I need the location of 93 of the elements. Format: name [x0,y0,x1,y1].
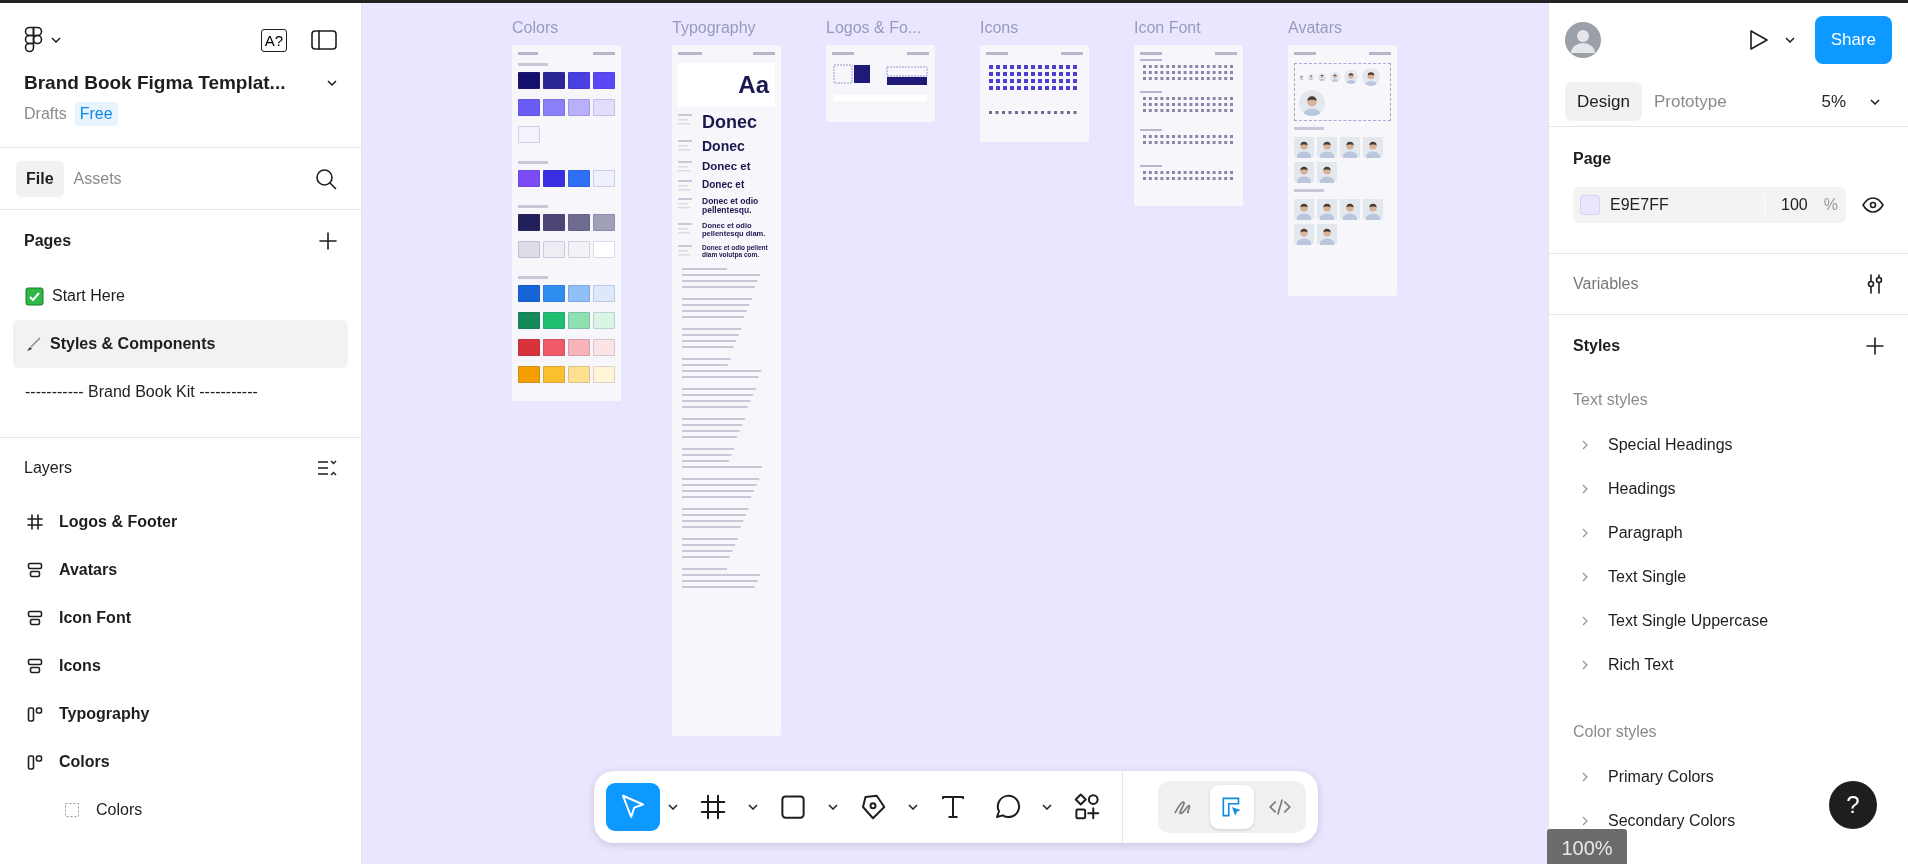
layer-item[interactable]: Avatars [0,546,361,594]
layer-item[interactable]: Typography [0,690,361,738]
caret-icon [908,804,918,810]
section-title: Styles [1573,336,1621,356]
section-title: Variables [1573,274,1639,294]
figma-logo-icon [24,26,43,54]
zoom-dropdown[interactable]: 5% [1809,82,1892,121]
frame-card[interactable] [980,45,1089,142]
type-specimen: Donec et [702,160,751,173]
caret-icon [828,804,838,810]
section-title: Layers [24,458,73,478]
caret-icon [51,37,61,43]
type-specimen: Donec [702,113,757,133]
chevron-right-icon [1582,528,1588,538]
collapse-layers-icon[interactable] [317,459,337,477]
avatar-icon[interactable] [1565,22,1601,58]
page-item[interactable]: Styles & Components [13,320,348,368]
type-specimen: Donec et odio pellentesqu. [702,196,760,216]
file-title[interactable]: Brand Book Figma Templat... [24,69,286,98]
location-link[interactable]: Drafts [24,101,67,126]
chevron-right-icon [1582,572,1588,582]
layer-item[interactable]: Colors [0,786,361,834]
group-title: Text styles [1573,390,1648,410]
style-item[interactable]: Text Single [1582,555,1687,599]
layer-item[interactable]: Logos & Footer [0,498,361,546]
type-specimen: Donec [702,138,745,155]
search-icon[interactable] [315,167,337,190]
font-sample-text: Aa [738,70,769,100]
chevron-right-icon [1582,660,1588,670]
style-item[interactable]: Text Single Uppercase [1582,599,1769,643]
opacity-value: 100 [1781,195,1808,215]
panel-tab[interactable]: Assets [63,160,132,197]
chevron-right-icon [1582,816,1588,826]
group-title-drawing [518,276,548,279]
group-title-drawing [1294,127,1324,130]
panel-tab[interactable]: Prototype [1641,81,1739,122]
caret-icon [327,80,337,87]
layer-item[interactable]: Icon Font [0,594,361,642]
brush-icon [25,335,42,353]
layer-item[interactable]: Colors [0,738,361,786]
sliders-icon[interactable] [1866,274,1884,294]
style-item[interactable]: Primary Colors [1582,755,1714,799]
help-button[interactable]: ? [1829,781,1877,829]
style-item[interactable]: Special Headings [1582,423,1733,467]
page-item[interactable]: Start Here [13,272,348,320]
type-specimen: Donec et [702,178,745,190]
page-item[interactable]: ----------- Brand Book Kit ----------- [13,368,348,416]
style-item[interactable]: Headings [1582,467,1676,511]
sidebar-toggle-icon [311,30,337,50]
caret-icon [1042,804,1052,810]
caret-icon [1870,98,1880,105]
stack-icon [27,562,43,578]
section-title: Page [1573,149,1613,169]
hash-icon [27,514,43,530]
panel-tab[interactable]: Design [1565,81,1642,122]
frame-card[interactable] [826,45,935,122]
style-item[interactable]: Paragraph [1582,511,1683,555]
play-icon [1748,29,1769,51]
eye-icon[interactable] [1862,197,1884,213]
chevron-right-icon [1582,440,1588,450]
plus-icon[interactable] [319,232,337,250]
frame-card[interactable] [512,45,621,401]
panel-tab[interactable]: File [16,160,64,197]
group-title-drawing [518,161,548,164]
font-button[interactable]: A? [260,28,287,52]
unit-label: % [1823,195,1838,215]
shapes-icon [1072,792,1102,822]
layer-item[interactable]: Icons [0,642,361,690]
dashed-square-icon [64,802,80,818]
square-icon [778,792,808,822]
page-color-field[interactable]: E9E7FF 100 % [1573,187,1846,223]
caret-icon [748,804,758,810]
section-title: Pages [24,231,72,251]
stack-icon [27,658,43,674]
chevron-right-icon [1582,772,1588,782]
caret-icon [668,804,678,810]
hash-icon [698,792,728,822]
caret-icon [1784,37,1795,43]
columns-icon [27,754,43,770]
group-title-drawing [518,205,548,208]
columns-icon [27,706,43,722]
plan-badge: Free [74,101,118,126]
group-title-drawing [518,63,548,66]
mode-button[interactable] [1210,785,1254,829]
zoom-level-badge: 100% [1547,829,1627,864]
chevron-right-icon [1582,484,1588,494]
plus-icon[interactable] [1866,337,1884,355]
group-title-drawing [1294,189,1324,192]
style-item[interactable]: Rich Text [1582,643,1674,687]
group-title: Color styles [1573,722,1657,742]
stack-icon [27,610,43,626]
checkbox-icon [25,286,44,306]
chevron-right-icon [1582,616,1588,626]
